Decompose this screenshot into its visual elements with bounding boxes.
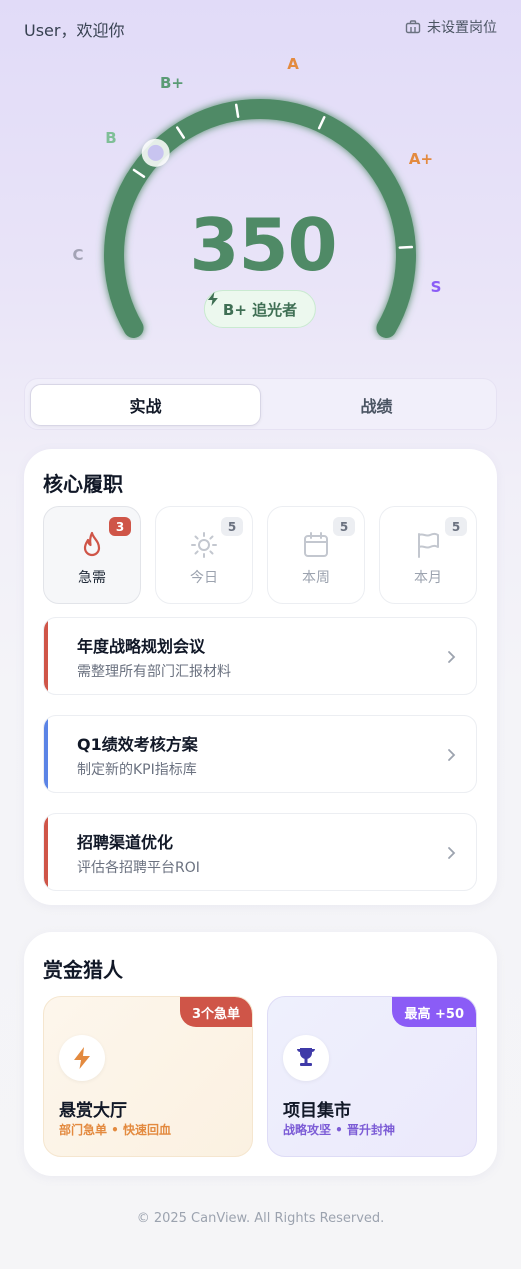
task-item[interactable]: Q1绩效考核方案 制定新的KPI指标库 [43,715,477,793]
chevron-right-icon [448,749,456,761]
task-item[interactable]: 年度战略规划会议 需整理所有部门汇报材料 [43,617,477,695]
sun-icon [191,532,217,558]
bounty-hall-title: 悬赏大厅 [59,1101,127,1121]
filter-urgent[interactable]: 急需 3 [43,506,141,604]
grade-label-b: B [105,129,117,147]
filter-today-label: 今日 [190,570,218,586]
task-item[interactable]: 招聘渠道优化 评估各招聘平台ROI [43,813,477,891]
greeting-text: User，欢迎你 [24,21,125,40]
filter-today[interactable]: 今日 5 [155,506,253,604]
lightning-icon [207,292,218,306]
task-title: 年度战略规划会议 [77,637,206,656]
project-market-card[interactable]: 最高 +50 项目集市 战略攻坚 • 晋升封神 [267,996,477,1157]
grade-label-a: A [287,55,299,73]
filter-month[interactable]: 本月 5 [379,506,477,604]
bounty-hunter-card: 赏金猎人 3个急单 悬赏大厅 部门急单 • 快速回血 最高 +50 项目集市 战… [24,932,497,1176]
chevron-right-icon [448,651,456,663]
calendar-icon [304,532,328,557]
view-tabs: 实战 战绩 [24,378,497,430]
footer-copyright: © 2025 CanView. All Rights Reserved. [136,1211,385,1226]
filter-urgent-count: 3 [109,517,131,536]
max-reward-badge: 最高 +50 [392,997,476,1027]
task-title: Q1绩效考核方案 [77,735,198,754]
filter-week-count: 5 [333,517,355,536]
grade-label-s: S [430,278,442,296]
trophy-icon [297,1048,315,1066]
tab-combat[interactable]: 实战 [30,384,261,426]
rank-label: B+ 追光者 [222,300,298,319]
grade-label-b-plus: B+ [159,74,185,92]
grade-label-a-plus: A+ [408,150,434,168]
task-priority-bar [44,618,48,694]
core-duties-title: 核心履职 [43,472,123,496]
bounty-hall-subtitle: 部门急单 • 快速回血 [59,1123,172,1137]
score-value: 350 [189,203,337,287]
chevron-right-icon [448,847,456,859]
task-title: 招聘渠道优化 [77,833,174,852]
flame-icon [83,531,101,557]
score-gauge: C B B+ A A+ S 350 B+ 追光者 [0,40,521,340]
task-subtitle: 制定新的KPI指标库 [77,762,197,778]
tab-record[interactable]: 战绩 [261,384,492,426]
filter-urgent-label: 急需 [78,570,106,586]
filter-month-label: 本月 [414,570,442,586]
gauge-tick [398,245,414,249]
core-duties-card: 核心履职 急需 3 今日 5 本周 5 本月 5 年度战略规划会议 需整理所有部… [24,449,497,905]
filter-week-label: 本周 [302,570,330,586]
post-label: 未设置岗位 [427,20,497,36]
bounty-hunter-title: 赏金猎人 [43,958,123,982]
filter-month-count: 5 [445,517,467,536]
rank-badge[interactable]: B+ 追光者 [203,290,317,328]
project-market-title: 项目集市 [283,1101,351,1121]
urgent-orders-badge: 3个急单 [179,997,252,1027]
task-priority-bar [44,814,48,890]
briefcase-icon [405,20,421,34]
filter-today-count: 5 [221,517,243,536]
lightning-icon [74,1047,90,1069]
set-post-button[interactable]: 未设置岗位 [405,17,497,37]
project-market-icon-wrap [283,1035,329,1081]
task-subtitle: 需整理所有部门汇报材料 [77,664,231,680]
project-market-subtitle: 战略攻坚 • 晋升封神 [283,1123,396,1137]
filter-week[interactable]: 本周 5 [267,506,365,604]
flag-icon [418,532,439,558]
bounty-hall-icon-wrap [59,1035,105,1081]
task-priority-bar [44,716,48,792]
bounty-hall-card[interactable]: 3个急单 悬赏大厅 部门急单 • 快速回血 [43,996,253,1157]
task-subtitle: 评估各招聘平台ROI [77,860,200,876]
grade-label-c: C [72,246,84,264]
gauge-handle [141,138,170,167]
